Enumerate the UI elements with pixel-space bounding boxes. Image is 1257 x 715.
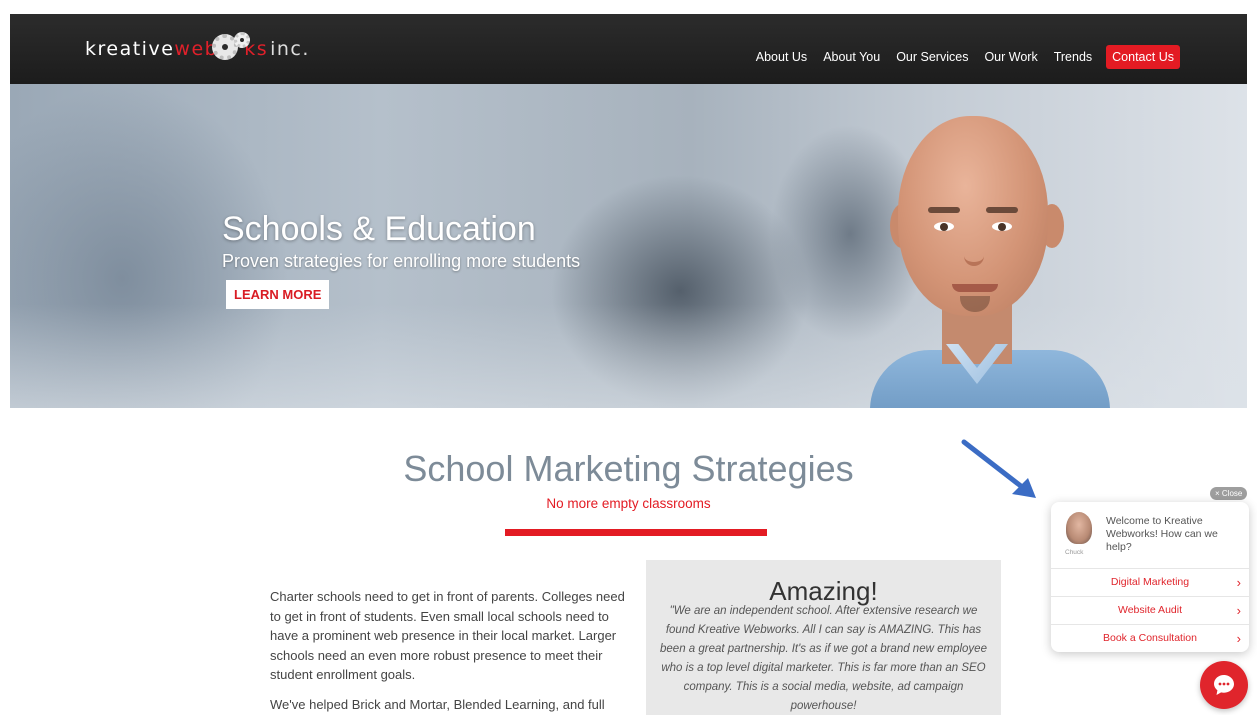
- site-header: kreative web ks inc. About Us About You …: [10, 14, 1247, 84]
- chat-option-digital-marketing[interactable]: Digital Marketing ›: [1051, 568, 1249, 596]
- chevron-right-icon: ›: [1236, 603, 1241, 618]
- nav-about-you[interactable]: About You: [823, 50, 880, 64]
- main-nav: About Us About You Our Services Our Work…: [740, 45, 1180, 69]
- chat-close-button[interactable]: × Close: [1210, 487, 1248, 500]
- logo-word-kreative: kreative: [85, 38, 175, 60]
- agent-avatar: [1066, 512, 1092, 544]
- chat-option-book-consultation[interactable]: Book a Consultation ›: [1051, 624, 1249, 652]
- chevron-right-icon: ›: [1236, 631, 1241, 646]
- agent-name: Chuck: [1065, 549, 1084, 556]
- arrow-icon: [961, 439, 1036, 498]
- gears-icon: [212, 32, 251, 66]
- chat-launcher-button[interactable]: [1200, 661, 1248, 709]
- hero-title: Schools & Education: [222, 210, 536, 248]
- learn-more-button[interactable]: LEARN MORE: [226, 280, 330, 309]
- chat-option-label: Digital Marketing: [1110, 576, 1190, 588]
- chat-welcome-message: Welcome to Kreative Webworks! How can we…: [1106, 515, 1218, 553]
- testimonial-text: "We are an independent school. After ext…: [660, 605, 987, 712]
- section-title: School Marketing Strategies: [403, 448, 854, 489]
- section-divider: [505, 529, 767, 536]
- body-paragraph: We've helped Brick and Mortar, Blended L…: [270, 696, 605, 712]
- site-logo[interactable]: kreative web ks inc.: [85, 32, 310, 66]
- nav-about-us[interactable]: About Us: [756, 50, 807, 64]
- chevron-right-icon: ›: [1236, 575, 1241, 590]
- chat-option-label: Website Audit: [1117, 604, 1182, 616]
- chat-widget: Chuck Welcome to Kreative Webworks! How …: [1051, 502, 1249, 652]
- nav-trends[interactable]: Trends: [1054, 50, 1092, 64]
- body-text: Charter schools need to get in front of …: [270, 587, 630, 715]
- body-paragraph: Charter schools need to get in front of …: [270, 589, 625, 682]
- chat-option-label: Book a Consultation: [1103, 632, 1197, 644]
- nav-our-work[interactable]: Our Work: [984, 50, 1037, 64]
- page: kreative web ks inc. About Us About You …: [0, 0, 1257, 715]
- contact-us-button[interactable]: Contact Us: [1106, 45, 1180, 69]
- nav-our-services[interactable]: Our Services: [896, 50, 968, 64]
- hero-subtitle: Proven strategies for enrolling more stu…: [222, 251, 581, 271]
- logo-word-inc: inc.: [270, 38, 310, 60]
- chat-bubble-icon: [1214, 675, 1234, 695]
- chat-option-website-audit[interactable]: Website Audit ›: [1051, 596, 1249, 624]
- hero-person-image: [860, 94, 1120, 408]
- hero-banner: Schools & Education Proven strategies fo…: [10, 84, 1247, 408]
- testimonial-box: Amazing! "We are an independent school. …: [646, 560, 1001, 715]
